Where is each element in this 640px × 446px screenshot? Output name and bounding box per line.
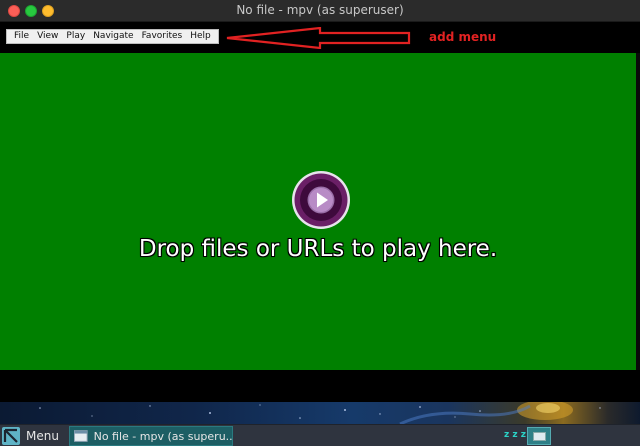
menu-strip: File View Play Navigate Favorites Help a… bbox=[0, 22, 640, 52]
taskbar-item-label: No file - mpv (as superu... bbox=[93, 429, 232, 443]
taskbar-item-mpv[interactable]: No file - mpv (as superu... bbox=[69, 426, 233, 446]
taskbar: Menu No file - mpv (as superu... z z z bbox=[0, 424, 640, 446]
window-title: No file - mpv (as superuser) bbox=[236, 3, 404, 17]
menu-navigate[interactable]: Navigate bbox=[89, 30, 137, 43]
desktop-icon bbox=[533, 432, 546, 441]
start-menu-icon bbox=[2, 427, 20, 445]
menubar: File View Play Navigate Favorites Help bbox=[6, 29, 219, 44]
window-titlebar: No file - mpv (as superuser) bbox=[0, 0, 640, 22]
start-menu-label: Menu bbox=[26, 429, 59, 443]
sleep-tray-icon[interactable]: z z z bbox=[504, 430, 526, 440]
window-icon bbox=[74, 430, 88, 442]
desktop-wallpaper bbox=[0, 402, 640, 424]
annotation-arrow-icon bbox=[226, 27, 411, 49]
menu-file[interactable]: File bbox=[10, 30, 33, 43]
show-desktop-button[interactable] bbox=[527, 427, 551, 445]
menu-play[interactable]: Play bbox=[62, 30, 89, 43]
annotation-label: add menu bbox=[429, 30, 497, 44]
drop-files-message: Drop files or URLs to play here. bbox=[138, 236, 498, 262]
start-menu-button[interactable]: Menu bbox=[2, 427, 59, 445]
menu-help[interactable]: Help bbox=[186, 30, 215, 43]
menu-favorites[interactable]: Favorites bbox=[138, 30, 187, 43]
window-edge bbox=[636, 53, 640, 370]
menu-view[interactable]: View bbox=[33, 30, 62, 43]
wallpaper-stars-icon bbox=[39, 402, 601, 424]
mpv-logo-icon[interactable] bbox=[291, 170, 351, 230]
video-area[interactable]: Drop files or URLs to play here. bbox=[0, 53, 636, 370]
window-bottom-band bbox=[0, 370, 640, 402]
